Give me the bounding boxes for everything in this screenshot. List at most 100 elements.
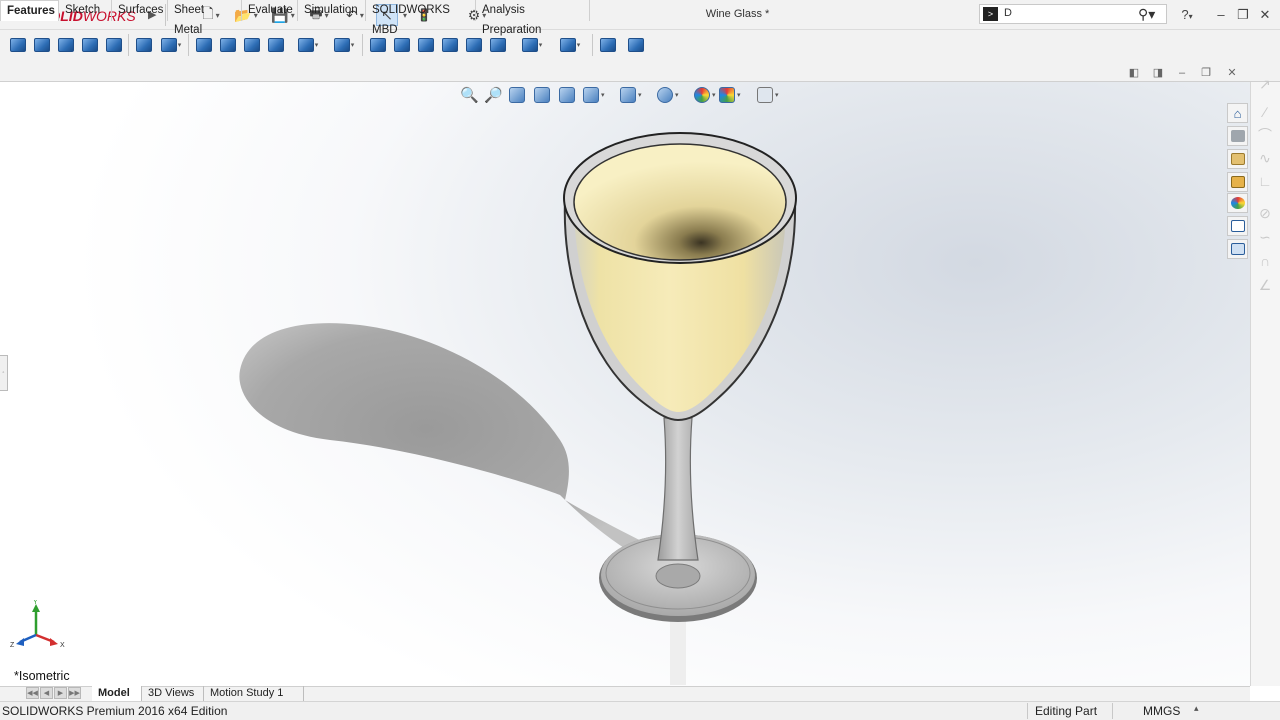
help-button[interactable]: ?▾ [1174, 5, 1200, 25]
viewport-minimize-button[interactable]: – [1174, 66, 1190, 80]
sketch-ghost-icon: ↗ [1259, 76, 1271, 92]
intersect-icon[interactable] [464, 36, 484, 54]
appearances-button[interactable] [1227, 193, 1248, 213]
design-library-icon [1230, 130, 1245, 142]
view-settings-button[interactable]: ▾ [757, 86, 779, 104]
tab-sketch[interactable]: Sketch [59, 0, 112, 21]
zoom-to-fit-button[interactable]: 🔍 [460, 86, 479, 104]
last-tab-icon[interactable]: ▶▶ [68, 687, 81, 699]
command-search[interactable]: > ⚲▾ [979, 4, 1167, 24]
tab-solidworks-mbd[interactable]: SOLIDWORKS MBD [366, 0, 476, 36]
folder-icon [1230, 153, 1245, 165]
first-tab-icon[interactable]: ◀◀ [26, 687, 39, 699]
instant3d-toggle-icon[interactable] [626, 36, 646, 54]
view-orientation-label: *Isometric [14, 669, 70, 683]
view-orientation-icon [583, 87, 599, 103]
help-icon: ? [1181, 7, 1189, 22]
line-ghost-icon: ∕ [1263, 104, 1267, 120]
viewport-restore-button[interactable]: ❐ [1198, 66, 1214, 80]
display-style-button[interactable]: ▾ [620, 86, 642, 104]
swept-boss-icon[interactable] [56, 36, 76, 54]
wine-glass-model[interactable] [0, 82, 1250, 686]
section-view-icon [534, 87, 550, 103]
graphics-area[interactable] [0, 82, 1250, 686]
search-icon[interactable]: ⚲▾ [1138, 6, 1155, 23]
glass-shadow [239, 323, 655, 558]
search-input[interactable] [1004, 7, 1124, 19]
forum-button[interactable] [1227, 239, 1248, 259]
zoom-to-fit-icon: 🔍 [460, 87, 479, 104]
y-axis-label: Y [33, 600, 38, 606]
apply-scene-icon [719, 87, 735, 103]
tab-sheet-metal[interactable]: Sheet Metal [168, 0, 242, 36]
monitor-icon [757, 87, 773, 103]
section-view-button[interactable] [534, 86, 550, 104]
bowl-opening [573, 143, 787, 261]
extruded-boss-icon[interactable] [8, 36, 28, 54]
tab-analysis-preparation[interactable]: Analysis Preparation [476, 0, 590, 36]
solidworks-resources-button[interactable]: ⌂ [1227, 103, 1248, 123]
tab-surfaces[interactable]: Surfaces [112, 0, 168, 21]
hide-show-items-icon [657, 87, 673, 103]
previous-view-button[interactable] [509, 86, 525, 104]
lofted-cut-icon[interactable] [242, 36, 262, 54]
design-library-button[interactable] [1227, 126, 1248, 146]
hide-show-items-button[interactable]: ▾ [657, 86, 679, 104]
swept-cut-icon[interactable] [218, 36, 238, 54]
boundary-cut-icon[interactable] [266, 36, 286, 54]
restore-button[interactable]: ❐ [1232, 5, 1254, 25]
view-orientation-button[interactable]: ▾ [583, 86, 605, 104]
command-prompt-icon: > [983, 7, 998, 21]
tangent-ghost-icon: ∠ [1258, 277, 1272, 293]
command-manager-tabs [0, 60, 1280, 82]
spline-ghost-icon: ∿ [1259, 150, 1271, 166]
instant3d-icon[interactable] [598, 36, 618, 54]
fillet-icon[interactable]: ▾ [294, 36, 322, 54]
next-tab-icon[interactable]: ▶ [54, 687, 67, 699]
corner-ghost-icon: ∟ [1258, 173, 1272, 189]
linear-pattern-icon[interactable]: ▾ [330, 36, 358, 54]
edit-appearance-icon [694, 87, 710, 103]
previous-view-icon [509, 87, 525, 103]
dynamic-annotation-button[interactable] [559, 86, 575, 104]
custom-properties-button[interactable] [1227, 216, 1248, 236]
tab-evaluate[interactable]: Evaluate [242, 0, 298, 21]
z-arrow [16, 638, 24, 646]
x-axis-label: X [60, 642, 65, 649]
revolved-boss-icon[interactable] [32, 36, 52, 54]
featuremanager-flyout-handle[interactable]: ◦ [0, 355, 8, 391]
stem-foot [655, 563, 701, 589]
zoom-to-area-button[interactable]: 🔎 [484, 86, 503, 104]
tab-motion-study-1[interactable]: Motion Study 1 [204, 686, 304, 701]
custom-properties-icon [1230, 220, 1245, 232]
view-palette-button[interactable] [1227, 172, 1248, 192]
prev-tab-icon[interactable]: ◀ [40, 687, 53, 699]
toolbar-divider [592, 34, 593, 56]
file-explorer-button[interactable] [1227, 149, 1248, 169]
boundary-boss-icon[interactable] [104, 36, 124, 54]
viewport-close-button[interactable]: ✕ [1224, 66, 1240, 80]
minimize-button[interactable]: – [1210, 5, 1232, 25]
next-view-icon[interactable]: ◨ [1150, 66, 1166, 80]
status-divider [1027, 703, 1028, 719]
curves-icon[interactable]: ▾ [556, 36, 584, 54]
appearances-icon [1230, 197, 1245, 209]
stem-reflection [670, 615, 686, 685]
units-dropdown-icon[interactable]: ▴ [1194, 703, 1199, 714]
previous-view-icon[interactable]: ◧ [1126, 66, 1142, 80]
edit-appearance-button[interactable]: ▾ [694, 86, 716, 104]
tab-3d-views[interactable]: 3D Views [142, 686, 204, 701]
extruded-cut-icon[interactable] [134, 36, 154, 54]
display-style-icon [620, 87, 636, 103]
slot-ghost-icon: ⊘ [1259, 205, 1271, 221]
tab-model[interactable]: Model [92, 686, 142, 701]
lofted-boss-icon[interactable] [80, 36, 100, 54]
apply-scene-button[interactable]: ▾ [719, 86, 741, 104]
wrap-icon[interactable] [440, 36, 460, 54]
shell-icon[interactable] [416, 36, 436, 54]
tab-simulation[interactable]: Simulation [298, 0, 366, 21]
close-button[interactable]: ✕ [1254, 5, 1276, 25]
unit-system-selector[interactable]: MMGS [1143, 704, 1180, 718]
tab-features[interactable]: Features [0, 0, 59, 21]
z-axis-label: Z [10, 642, 15, 649]
